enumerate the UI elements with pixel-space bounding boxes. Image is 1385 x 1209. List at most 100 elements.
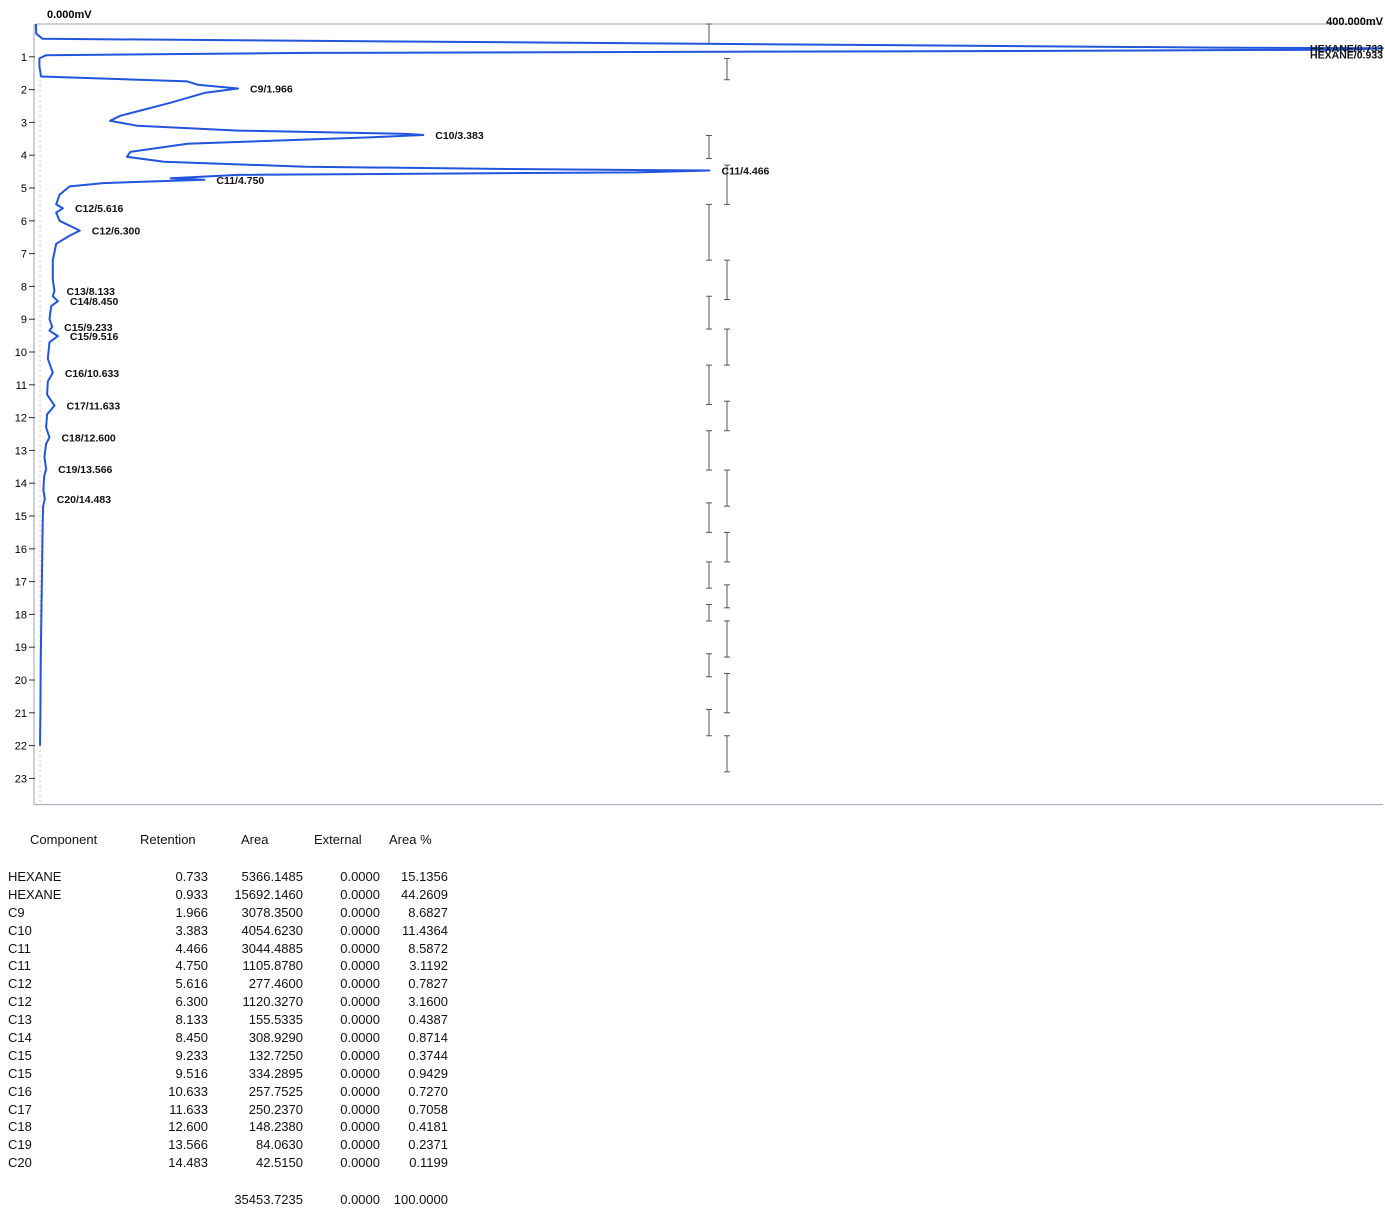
- table-row: HEXANE 0.733 5366.1485 0.0000 15.1356: [0, 868, 470, 886]
- area-pct-cell: 15.1356: [401, 869, 448, 884]
- external-cell: 0.0000: [340, 994, 380, 1010]
- retention-cell: 5.616: [175, 976, 208, 992]
- peak-label: C11/4.466: [722, 165, 770, 177]
- external-cell: 0.0000: [340, 869, 380, 884]
- component-cell: C13: [8, 1012, 32, 1028]
- table-row: HEXANE 0.933 15692.1460 0.0000 44.2609: [0, 886, 470, 904]
- external-cell: 0.0000: [340, 1047, 380, 1063]
- integration-events: [706, 23, 730, 773]
- area-cell: 4054.6230: [241, 922, 303, 938]
- peak-label: C9/1.966: [250, 83, 293, 95]
- time-axis: 1234567891011121314151617181920212223: [15, 52, 35, 785]
- component-cell: C9: [8, 904, 25, 920]
- area-pct-cell: 3.1192: [409, 958, 448, 974]
- time-tick-label: 17: [15, 577, 27, 589]
- external-cell: 0.0000: [340, 1101, 380, 1117]
- header-retention: Retention: [140, 832, 196, 847]
- peak-labels: HEXANE/0.733HEXANE/0.933C9/1.966C10/3.38…: [57, 43, 1383, 506]
- external-cell: 0.0000: [340, 1012, 380, 1028]
- area-pct-cell: 3.1600: [408, 994, 448, 1010]
- retention-cell: 11.633: [169, 1101, 208, 1117]
- total-area: 35453.7235: [234, 1192, 303, 1207]
- time-tick-label: 11: [16, 380, 27, 392]
- external-cell: 0.0000: [340, 1119, 380, 1135]
- area-pct-cell: 0.7827: [408, 976, 448, 992]
- external-cell: 0.0000: [340, 1155, 380, 1171]
- area-pct-cell: 0.4387: [408, 1012, 448, 1028]
- external-cell: 0.0000: [340, 1137, 380, 1153]
- retention-cell: 10.633: [168, 1083, 208, 1099]
- table-row: C15 9.516 334.2895 0.0000 0.9429: [0, 1065, 470, 1083]
- peak-label: C14/8.450: [70, 296, 119, 308]
- external-cell: 0.0000: [340, 904, 380, 920]
- area-pct-cell: 0.9429: [408, 1065, 448, 1081]
- area-pct-cell: 11.4364: [401, 922, 448, 938]
- chromatogram-plot: 1234567891011121314151617181920212223 HE…: [15, 9, 1384, 806]
- time-tick-label: 5: [21, 183, 27, 195]
- header-external: External: [314, 832, 362, 847]
- component-cell: C11: [8, 958, 31, 974]
- area-cell: 334.2895: [248, 1065, 303, 1081]
- area-cell: 155.5335: [248, 1012, 303, 1028]
- component-cell: C15: [8, 1065, 32, 1081]
- retention-cell: 0.933: [175, 886, 208, 902]
- scale-min-label: 0.000mV: [47, 9, 92, 21]
- area-cell: 132.7250: [248, 1047, 303, 1063]
- table-row: C17 11.633 250.2370 0.0000 0.7058: [0, 1101, 470, 1119]
- peak-report-table: Component Retention Area External Area %…: [0, 828, 470, 1208]
- area-cell: 277.4600: [248, 976, 303, 992]
- retention-cell: 0.733: [175, 869, 208, 884]
- table-row: C13 8.133 155.5335 0.0000 0.4387: [0, 1011, 470, 1029]
- time-tick-label: 18: [15, 609, 27, 621]
- area-cell: 257.7525: [248, 1083, 303, 1099]
- retention-cell: 8.133: [175, 1012, 208, 1028]
- peak-label: C16/10.633: [65, 368, 119, 380]
- time-tick-label: 9: [21, 314, 27, 326]
- table-row: C12 6.300 1120.3270 0.0000 3.1600: [0, 993, 470, 1011]
- area-pct-cell: 44.2609: [401, 886, 448, 902]
- retention-cell: 9.233: [175, 1047, 208, 1063]
- retention-cell: 12.600: [168, 1119, 208, 1135]
- table-row: C9 1.966 3078.3500 0.0000 8.6827: [0, 904, 470, 922]
- retention-cell: 13.566: [168, 1137, 208, 1153]
- peak-label: C12/5.616: [75, 203, 124, 215]
- external-cell: 0.0000: [340, 1083, 380, 1099]
- time-tick-label: 12: [15, 413, 27, 425]
- retention-cell: 4.466: [175, 940, 208, 956]
- component-cell: C17: [8, 1101, 32, 1117]
- retention-cell: 8.450: [175, 1030, 208, 1046]
- time-tick-label: 14: [15, 478, 27, 490]
- table-row: C10 3.383 4054.6230 0.0000 11.4364: [0, 922, 470, 940]
- component-cell: C18: [8, 1119, 32, 1135]
- time-tick-label: 4: [21, 150, 27, 162]
- time-tick-label: 23: [15, 773, 27, 785]
- area-pct-cell: 0.7270: [408, 1083, 448, 1099]
- report-rows: HEXANE 0.733 5366.1485 0.0000 15.1356 HEXANE 0…: [0, 868, 470, 1172]
- scale-max-label: 400.000mV: [1326, 16, 1384, 28]
- component-cell: C20: [8, 1155, 32, 1171]
- table-row: C18 12.600 148.2380 0.0000 0.4181: [0, 1118, 470, 1136]
- peak-label: C18/12.600: [61, 432, 115, 444]
- area-cell: 15692.1460: [234, 886, 303, 902]
- component-cell: C16: [8, 1083, 32, 1099]
- time-tick-label: 8: [21, 281, 27, 293]
- external-cell: 0.0000: [340, 1065, 380, 1081]
- area-pct-cell: 8.5872: [408, 940, 448, 956]
- time-tick-label: 20: [15, 675, 27, 687]
- time-tick-label: 10: [15, 347, 27, 359]
- area-cell: 5366.1485: [241, 869, 303, 884]
- table-row: C12 5.616 277.4600 0.0000 0.7827: [0, 975, 470, 993]
- time-tick-label: 21: [15, 708, 27, 720]
- time-tick-label: 2: [21, 85, 27, 97]
- peak-label: C15/9.516: [70, 331, 119, 343]
- component-cell: C10: [8, 922, 32, 938]
- component-cell: C19: [8, 1137, 32, 1153]
- area-cell: 250.2370: [248, 1101, 303, 1117]
- total-external: 0.0000: [340, 1192, 380, 1207]
- time-tick-label: 16: [15, 544, 27, 556]
- component-cell: HEXANE: [8, 869, 62, 884]
- external-cell: 0.0000: [340, 940, 380, 956]
- retention-cell: 3.383: [175, 922, 208, 938]
- area-pct-cell: 8.6827: [408, 904, 448, 920]
- component-cell: C11: [8, 940, 31, 956]
